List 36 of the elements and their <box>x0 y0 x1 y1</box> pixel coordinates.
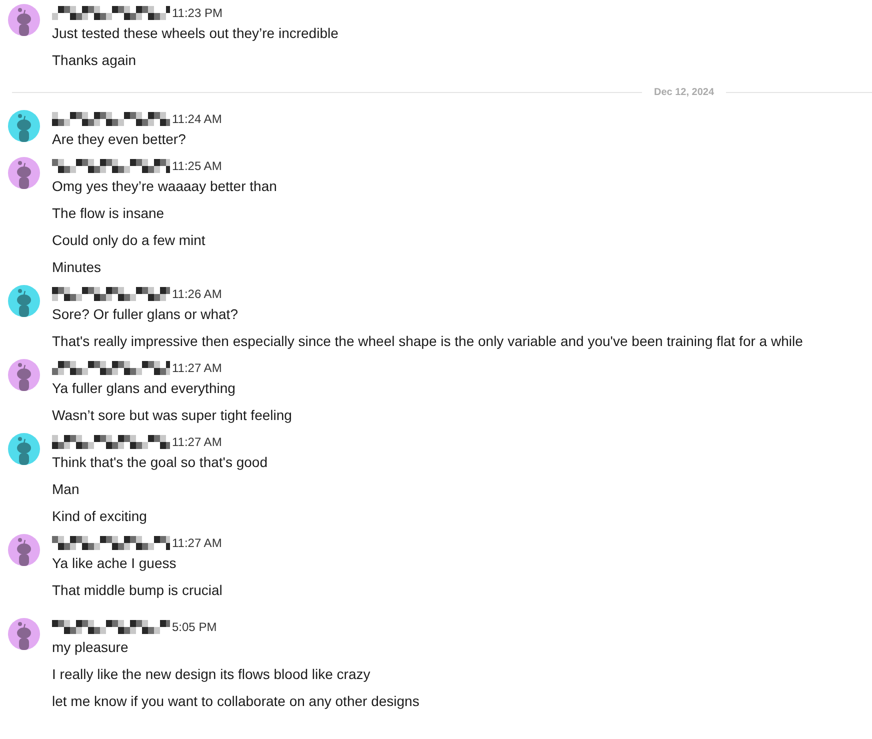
message-text: Sore? Or fuller glans or what? <box>52 305 239 323</box>
timestamp: 11:23 PM <box>172 6 222 20</box>
avatar[interactable] <box>8 534 40 566</box>
message-text: That middle bump is crucial <box>52 581 222 599</box>
message-text: Ya fuller glans and everything <box>52 379 236 397</box>
message-text: Wasn’t sore but was super tight feeling <box>52 406 292 424</box>
message-text: Omg yes they’re waaaay better than <box>52 177 277 195</box>
message-text: The flow is insane <box>52 204 166 222</box>
message-text: Could only do a few mint <box>52 231 206 249</box>
timestamp: 11:27 AM <box>172 361 222 375</box>
message-text: I really like the new design its flows blood like crazy <box>52 665 372 683</box>
message-text: Just tested these wheels out they’re incredible <box>52 24 338 42</box>
message-text: Minutes <box>52 258 102 276</box>
message-text: Ya like ache I guess <box>52 554 178 572</box>
avatar[interactable] <box>8 433 40 465</box>
timestamp: 5:05 PM <box>172 620 217 634</box>
timestamp: 11:26 AM <box>172 287 222 301</box>
date-label: Dec 12, 2024 <box>654 86 714 98</box>
message-text: my pleasure <box>52 638 130 656</box>
message-text: Think that's the goal so that's good <box>52 453 268 471</box>
message-text: Man <box>52 480 80 498</box>
avatar[interactable] <box>8 157 40 189</box>
message-text: let me know if you want to collaborate on any other designs <box>52 692 420 710</box>
message-text: Are they even better? <box>52 130 187 148</box>
avatar[interactable] <box>8 618 40 650</box>
timestamp: 11:24 AM <box>172 112 222 126</box>
timestamp: 11:27 AM <box>172 435 222 449</box>
avatar[interactable] <box>8 4 40 36</box>
timestamp: 11:27 AM <box>172 536 222 550</box>
timestamp: 11:25 AM <box>172 159 222 173</box>
message-text: Kind of exciting <box>52 507 148 525</box>
avatar[interactable] <box>8 110 40 142</box>
message-text: Thanks again <box>52 51 138 69</box>
avatar[interactable] <box>8 359 40 391</box>
message-text: That's really impressive then especially since the wheel shape is the only variable and you've been training flat for a while <box>52 332 803 350</box>
avatar[interactable] <box>8 285 40 317</box>
